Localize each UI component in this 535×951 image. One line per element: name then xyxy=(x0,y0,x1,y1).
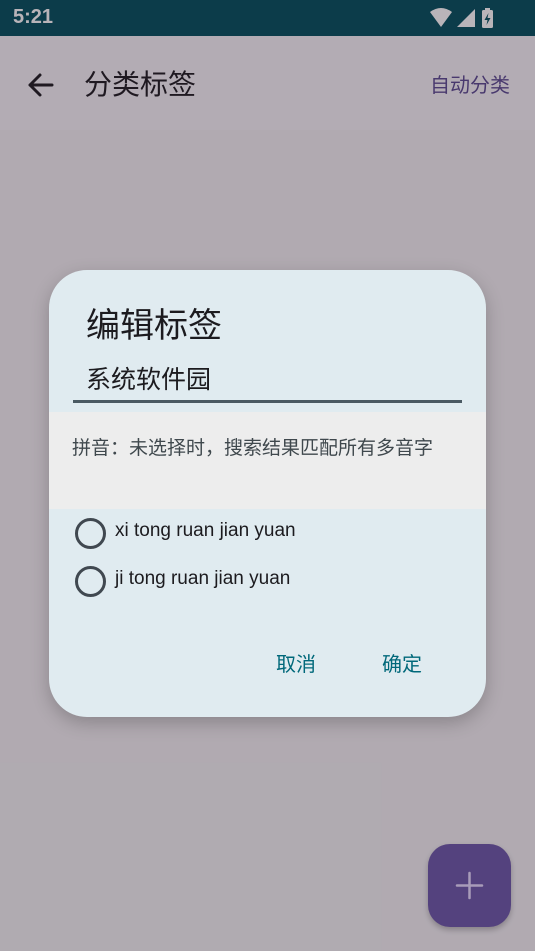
cancel-button[interactable]: 取消 xyxy=(276,648,316,677)
edit-tag-dialog: 编辑标签 系统软件园 拼音：未选择时，搜索结果匹配所有多音字 xi tong r… xyxy=(49,270,486,717)
tag-name-value: 系统软件园 xyxy=(86,365,212,394)
pinyin-option-label: xi tong ruan jian yuan xyxy=(115,520,296,541)
pinyin-hint: 拼音：未选择时，搜索结果匹配所有多音字 xyxy=(72,437,434,459)
radio-button[interactable] xyxy=(75,566,106,597)
radio-button[interactable] xyxy=(75,518,106,549)
screen: 5:21 分类标签 自动分类 编辑标签 系统软件园 拼音：未选择时，搜索结果匹配… xyxy=(0,0,535,951)
pinyin-option-label: ji tong ruan jian yuan xyxy=(115,568,291,589)
pinyin-hint-band: 拼音：未选择时，搜索结果匹配所有多音字 xyxy=(49,412,486,509)
pinyin-option[interactable]: ji tong ruan jian yuan xyxy=(75,564,455,598)
confirm-button[interactable]: 确定 xyxy=(382,648,422,677)
dialog-title: 编辑标签 xyxy=(86,306,222,346)
pinyin-option[interactable]: xi tong ruan jian yuan xyxy=(75,516,455,550)
tag-name-field[interactable]: 系统软件园 xyxy=(73,354,462,403)
